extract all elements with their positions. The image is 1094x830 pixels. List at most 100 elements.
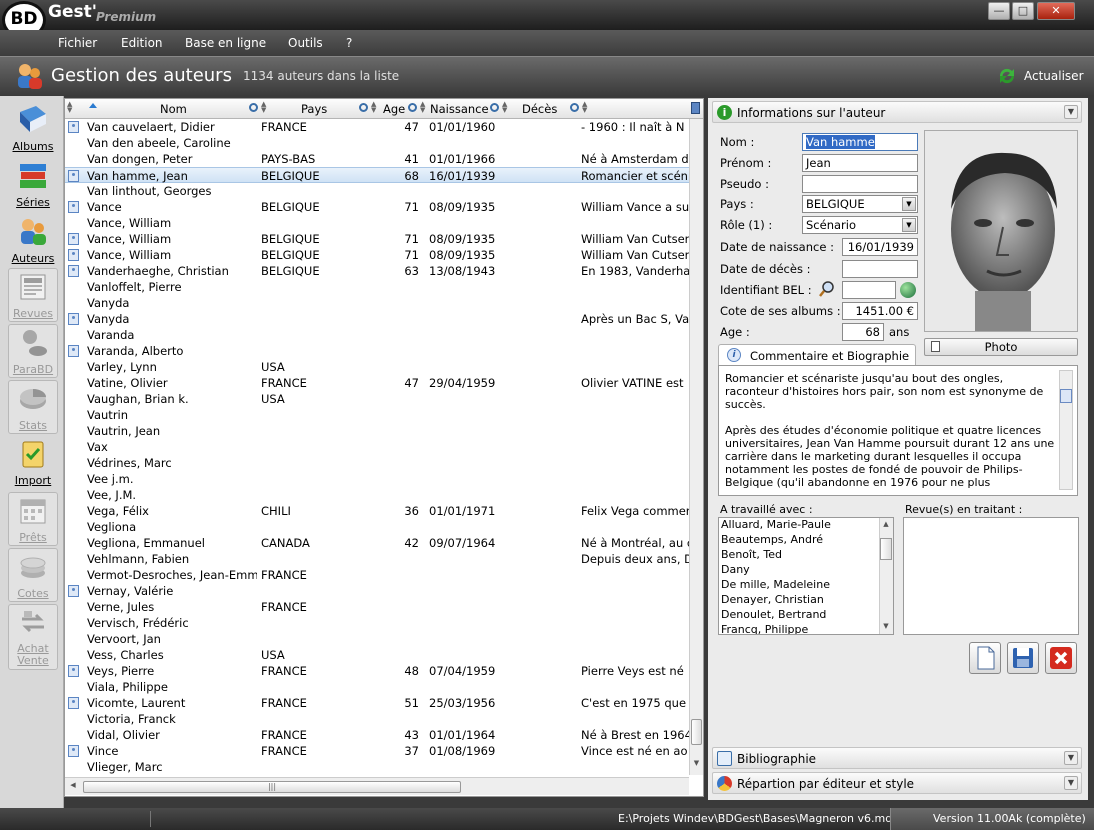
- repartition-section-header[interactable]: Répartion par éditeur et style ▼: [712, 772, 1082, 794]
- table-row[interactable]: Verne, Jules FRANCE: [65, 599, 689, 615]
- table-row[interactable]: Vega, Félix CHILI 36 01/01/1971 Felix Vega c…: [65, 503, 689, 519]
- table-row[interactable]: Vegliona, Emmanuel CANADA 42 09/07/1964 Né à…: [65, 535, 689, 551]
- nom-field[interactable]: Van hamme: [802, 133, 918, 151]
- table-row[interactable]: Vidal, Olivier FRANCE 43 01/01/1964 Né à Bre…: [65, 727, 689, 743]
- table-row[interactable]: Vaughan, Brian k. USA: [65, 391, 689, 407]
- table-row[interactable]: Vlieger, Marc: [65, 759, 689, 775]
- biography-textarea[interactable]: Romancier et scénariste jusqu'au bout de…: [718, 365, 1078, 496]
- scroll-thumb[interactable]: [880, 538, 892, 560]
- magnifier-icon[interactable]: [818, 280, 836, 298]
- vertical-scrollbar[interactable]: ▲ ▼: [879, 518, 893, 634]
- table-row[interactable]: Victoria, Franck: [65, 711, 689, 727]
- table-row[interactable]: Vance, William BELGIQUE 71 08/09/1935 Willia…: [65, 247, 689, 263]
- table-row[interactable]: Vervisch, Frédéric: [65, 615, 689, 631]
- list-item[interactable]: Denayer, Christian: [719, 593, 893, 608]
- table-row[interactable]: Varanda, Alberto: [65, 343, 689, 359]
- table-row[interactable]: Vince FRANCE 37 01/08/1969 Vince est né en a…: [65, 743, 689, 759]
- menu-help[interactable]: ?: [346, 36, 352, 50]
- table-row[interactable]: Vax: [65, 439, 689, 455]
- search-icon[interactable]: [249, 103, 258, 112]
- scroll-thumb[interactable]: [691, 719, 702, 745]
- sort-handle-icon[interactable]: ▲ ▼: [502, 101, 508, 115]
- deces-field[interactable]: [842, 260, 918, 278]
- scroll-thumb[interactable]: [1060, 389, 1072, 403]
- search-icon[interactable]: [570, 103, 579, 112]
- minimize-button[interactable]: —: [988, 2, 1010, 20]
- scroll-thumb[interactable]: |||: [83, 781, 461, 793]
- pseudo-field[interactable]: [802, 175, 918, 193]
- worked-with-list[interactable]: Alluard, Marie-Paule Beautemps, André Beno…: [718, 517, 894, 635]
- list-item[interactable]: Beautemps, André: [719, 533, 893, 548]
- pays-select[interactable]: BELGIQUE ▼: [802, 195, 918, 213]
- column-deces[interactable]: Décès: [522, 102, 557, 116]
- globe-icon[interactable]: [900, 282, 916, 298]
- new-button[interactable]: [969, 642, 1001, 674]
- scroll-down-icon[interactable]: ▼: [691, 759, 702, 771]
- sidebar-item-cotes[interactable]: Cotes: [8, 548, 58, 602]
- table-row[interactable]: Vanderhaeghe, Christian BELGIQUE 63 13/08/1…: [65, 263, 689, 279]
- info-section-header[interactable]: i Informations sur l'auteur ▼: [712, 101, 1082, 123]
- photo-button[interactable]: Photo: [924, 338, 1078, 356]
- naissance-field[interactable]: 16/01/1939: [842, 238, 918, 256]
- table-row[interactable]: Van dongen, Peter PAYS-BAS 41 01/01/1966 Né …: [65, 151, 689, 167]
- tab-biography[interactable]: i Commentaire et Biographie: [718, 344, 916, 366]
- table-row[interactable]: Vanyda: [65, 295, 689, 311]
- menu-fichier[interactable]: Fichier: [58, 36, 97, 50]
- table-row[interactable]: Varley, Lynn USA: [65, 359, 689, 375]
- sidebar-item-auteurs[interactable]: Auteurs: [8, 214, 58, 268]
- vertical-scrollbar[interactable]: [1059, 370, 1073, 490]
- table-row[interactable]: Vernay, Valérie: [65, 583, 689, 599]
- delete-button[interactable]: [1045, 642, 1077, 674]
- table-row[interactable]: Veys, Pierre FRANCE 48 07/04/1959 Pierre Vey…: [65, 663, 689, 679]
- table-row[interactable]: Vance, William BELGIQUE 71 08/09/1935 Willia…: [65, 231, 689, 247]
- prenom-field[interactable]: Jean: [802, 154, 918, 172]
- role-select[interactable]: Scénario ▼: [802, 216, 918, 234]
- menu-edition[interactable]: Edition: [121, 36, 163, 50]
- sidebar-item-series[interactable]: Séries: [8, 158, 58, 212]
- table-row[interactable]: Vee j.m.: [65, 471, 689, 487]
- list-item[interactable]: Alluard, Marie-Paule: [719, 518, 893, 533]
- table-row[interactable]: Vanloffelt, Pierre: [65, 279, 689, 295]
- horizontal-scrollbar[interactable]: ◀ |||: [65, 777, 689, 795]
- sidebar-item-revues[interactable]: Revues: [8, 268, 58, 322]
- scroll-up-icon[interactable]: ▲: [881, 520, 891, 530]
- table-row[interactable]: Vautrin, Jean: [65, 423, 689, 439]
- column-pays[interactable]: Pays: [301, 102, 327, 116]
- table-row[interactable]: Van cauvelaert, Didier FRANCE 47 01/01/1960…: [65, 119, 689, 135]
- list-item[interactable]: Benoît, Ted: [719, 548, 893, 563]
- table-row[interactable]: Vance, William: [65, 215, 689, 231]
- table-row[interactable]: Vermot-Desroches, Jean-Emm FRANCE: [65, 567, 689, 583]
- sidebar-item-achat-vente[interactable]: Achat Vente: [8, 604, 58, 670]
- table-row[interactable]: Van den abeele, Caroline: [65, 135, 689, 151]
- list-item[interactable]: Francq, Philippe: [719, 623, 893, 634]
- table-row[interactable]: Vanyda Après un Bac S, Va: [65, 311, 689, 327]
- table-row[interactable]: Van linthout, Georges: [65, 183, 689, 199]
- sidebar-item-prets[interactable]: Prêts: [8, 492, 58, 546]
- table-row[interactable]: Vegliona: [65, 519, 689, 535]
- list-item[interactable]: Dany: [719, 563, 893, 578]
- close-button[interactable]: ✕: [1037, 2, 1075, 20]
- refresh-icon[interactable]: [996, 65, 1018, 87]
- menu-outils[interactable]: Outils: [288, 36, 323, 50]
- chevron-down-icon[interactable]: ▼: [1064, 105, 1078, 119]
- vertical-scrollbar[interactable]: ▼: [689, 119, 703, 775]
- table-row[interactable]: Vicomte, Laurent FRANCE 51 25/03/1956 C'est …: [65, 695, 689, 711]
- columns-config-icon[interactable]: [691, 102, 700, 114]
- table-row[interactable]: Van hamme, Jean BELGIQUE 68 16/01/1939 Roman…: [65, 167, 689, 183]
- search-icon[interactable]: [359, 103, 368, 112]
- search-icon[interactable]: [408, 103, 417, 112]
- table-row[interactable]: Vance BELGIQUE 71 08/09/1935 William Vance a…: [65, 199, 689, 215]
- list-item[interactable]: De mille, Madeleine: [719, 578, 893, 593]
- sort-handle-icon[interactable]: ▲ ▼: [420, 101, 426, 115]
- bibliography-section-header[interactable]: Bibliographie ▼: [712, 747, 1082, 769]
- bel-field[interactable]: [842, 281, 896, 299]
- scroll-down-icon[interactable]: ▼: [881, 622, 891, 632]
- table-row[interactable]: Vess, Charles USA: [65, 647, 689, 663]
- sort-handle-icon[interactable]: ▲ ▼: [261, 101, 267, 115]
- column-nom[interactable]: Nom: [160, 102, 187, 116]
- sidebar-item-import[interactable]: Import: [8, 436, 58, 490]
- menu-base-en-ligne[interactable]: Base en ligne: [185, 36, 266, 50]
- search-icon[interactable]: [490, 103, 499, 112]
- table-row[interactable]: Vautrin: [65, 407, 689, 423]
- table-row[interactable]: Viala, Philippe: [65, 679, 689, 695]
